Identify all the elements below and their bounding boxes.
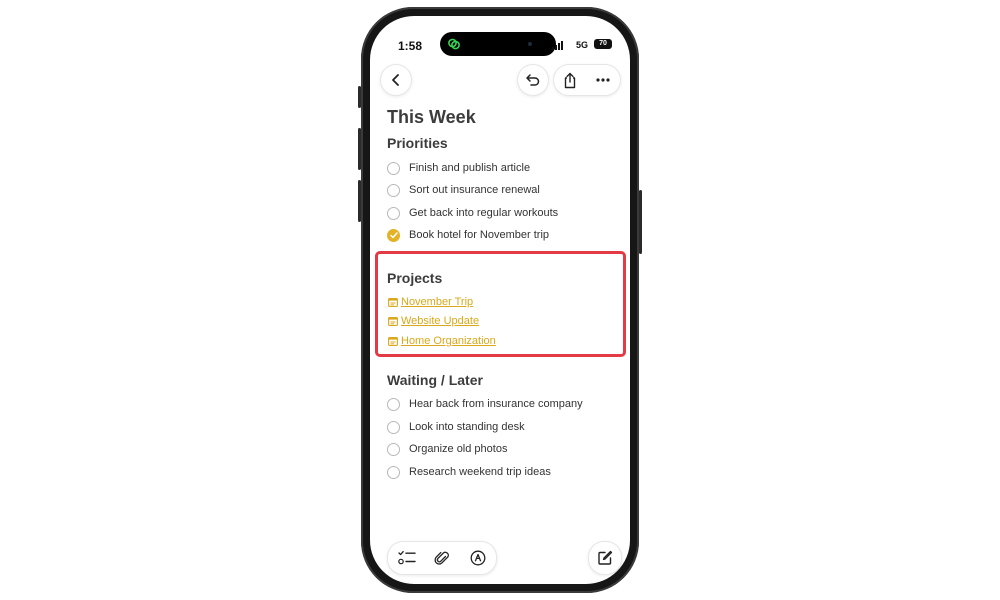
share-button[interactable] — [560, 71, 580, 89]
checklist-item[interactable]: Look into standing desk — [387, 418, 525, 436]
checklist-item-text: Hear back from insurance company — [409, 398, 583, 410]
more-button[interactable] — [592, 71, 614, 89]
checklist-icon — [398, 550, 416, 565]
compose-icon — [598, 550, 613, 565]
more-icon — [596, 78, 610, 82]
checklist-item[interactable]: Hear back from insurance company — [387, 395, 583, 413]
share-more-group — [553, 64, 621, 96]
checkbox-checked[interactable] — [387, 228, 400, 242]
compose-button[interactable] — [588, 541, 622, 575]
chevron-left-icon — [392, 74, 399, 86]
checklist-item-text: Book hotel for November trip — [409, 229, 550, 241]
checkbox[interactable] — [387, 420, 400, 434]
status-bar: 1:58 5G 70 — [370, 16, 630, 60]
status-time: 1:58 — [398, 39, 423, 53]
checklist-item-text: Research weekend trip ideas — [409, 466, 551, 478]
markup-button[interactable] — [470, 550, 486, 566]
front-camera-icon — [528, 42, 532, 46]
checklist-item-text: Get back into regular workouts — [409, 207, 559, 219]
checklist-item-text: Look into standing desk — [409, 421, 525, 433]
power-button — [639, 190, 642, 254]
signal-icon — [552, 41, 563, 50]
attach-button[interactable] — [434, 550, 450, 566]
note-title[interactable]: This Week — [387, 107, 476, 128]
network-type: 5G — [575, 40, 588, 50]
checkbox[interactable] — [387, 442, 400, 456]
checklist-item-text: Organize old photos — [409, 443, 508, 455]
checkmark-icon — [389, 231, 398, 238]
checkbox[interactable] — [387, 206, 400, 220]
paperclip-icon — [434, 551, 449, 565]
checklist-item[interactable]: Book hotel for November trip — [387, 226, 549, 244]
checklist-button[interactable] — [398, 550, 416, 566]
undo-icon — [526, 74, 540, 86]
checkbox[interactable] — [387, 183, 400, 197]
waiting-heading: Waiting / Later — [387, 372, 483, 388]
checklist-item-text: Finish and publish article — [409, 162, 531, 174]
dynamic-island — [440, 32, 556, 56]
undo-button[interactable] — [517, 64, 549, 96]
checkbox[interactable] — [387, 397, 400, 411]
checkbox[interactable] — [387, 465, 400, 479]
highlight-box — [375, 251, 626, 357]
checklist-item[interactable]: Sort out insurance renewal — [387, 181, 540, 199]
linked-rings-icon — [448, 38, 460, 50]
checkbox[interactable] — [387, 161, 400, 175]
checklist-item[interactable]: Organize old photos — [387, 440, 507, 458]
share-icon — [564, 72, 576, 88]
bottom-toolbar — [387, 541, 497, 575]
checklist-item[interactable]: Get back into regular workouts — [387, 204, 558, 222]
checklist-item[interactable]: Research weekend trip ideas — [387, 463, 551, 481]
battery-icon: 70 — [594, 39, 612, 49]
priorities-heading: Priorities — [387, 135, 448, 151]
markup-pen-icon — [470, 550, 486, 566]
checklist-item[interactable]: Finish and publish article — [387, 159, 530, 177]
checklist-item-text: Sort out insurance renewal — [409, 184, 540, 196]
back-button[interactable] — [380, 64, 412, 96]
